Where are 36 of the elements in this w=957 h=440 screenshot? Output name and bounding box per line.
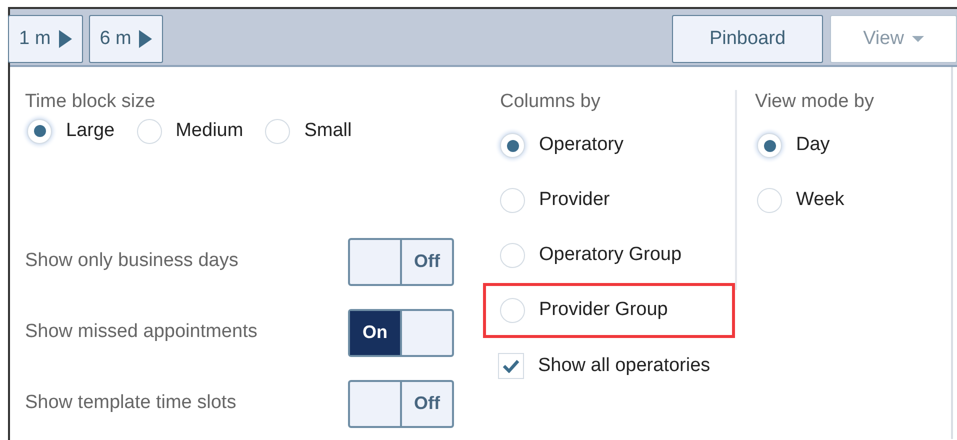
option-label: Provider Group <box>539 298 668 322</box>
pinboard-button[interactable]: Pinboard <box>672 15 823 63</box>
checkbox[interactable] <box>498 353 524 379</box>
option-label: Provider <box>539 188 610 212</box>
option-label: Operatory Group <box>539 243 682 268</box>
option-label: Operatory <box>539 133 624 158</box>
radio-button[interactable] <box>500 243 525 268</box>
section-heading: Time block size <box>25 90 156 114</box>
toggle-switch[interactable]: On <box>348 308 454 356</box>
radio-button[interactable] <box>500 133 525 158</box>
radio-button[interactable] <box>27 118 52 144</box>
setting-label: Show template time slots <box>25 391 238 416</box>
setting-label: Show only business days <box>25 249 240 274</box>
section-heading: Columns by <box>499 90 602 114</box>
option-label: Small <box>304 118 352 143</box>
option-label: Day <box>796 133 830 158</box>
radio-button[interactable] <box>265 118 290 144</box>
step-button[interactable]: 6 m <box>88 15 164 63</box>
radio-button[interactable] <box>757 188 782 213</box>
caret-icon <box>912 36 924 42</box>
setting-label: Show missed appointments <box>25 320 258 344</box>
radio-button[interactable] <box>757 133 782 158</box>
option-label: Large <box>66 118 115 143</box>
radio-button[interactable] <box>500 298 525 323</box>
check-icon <box>502 359 520 373</box>
play-icon <box>58 30 72 48</box>
option-label: Week <box>796 188 844 212</box>
option-label: Medium <box>176 118 244 143</box>
option-label: Show all operatories <box>538 354 710 378</box>
radio-button[interactable] <box>500 188 525 213</box>
toggle-switch[interactable]: Off <box>348 238 454 286</box>
toggle-switch[interactable]: Off <box>348 380 454 428</box>
radio-button[interactable] <box>136 118 162 144</box>
step-button[interactable]: 1 m <box>8 15 83 63</box>
play-icon <box>139 30 152 48</box>
section-heading: View mode by <box>755 90 875 114</box>
